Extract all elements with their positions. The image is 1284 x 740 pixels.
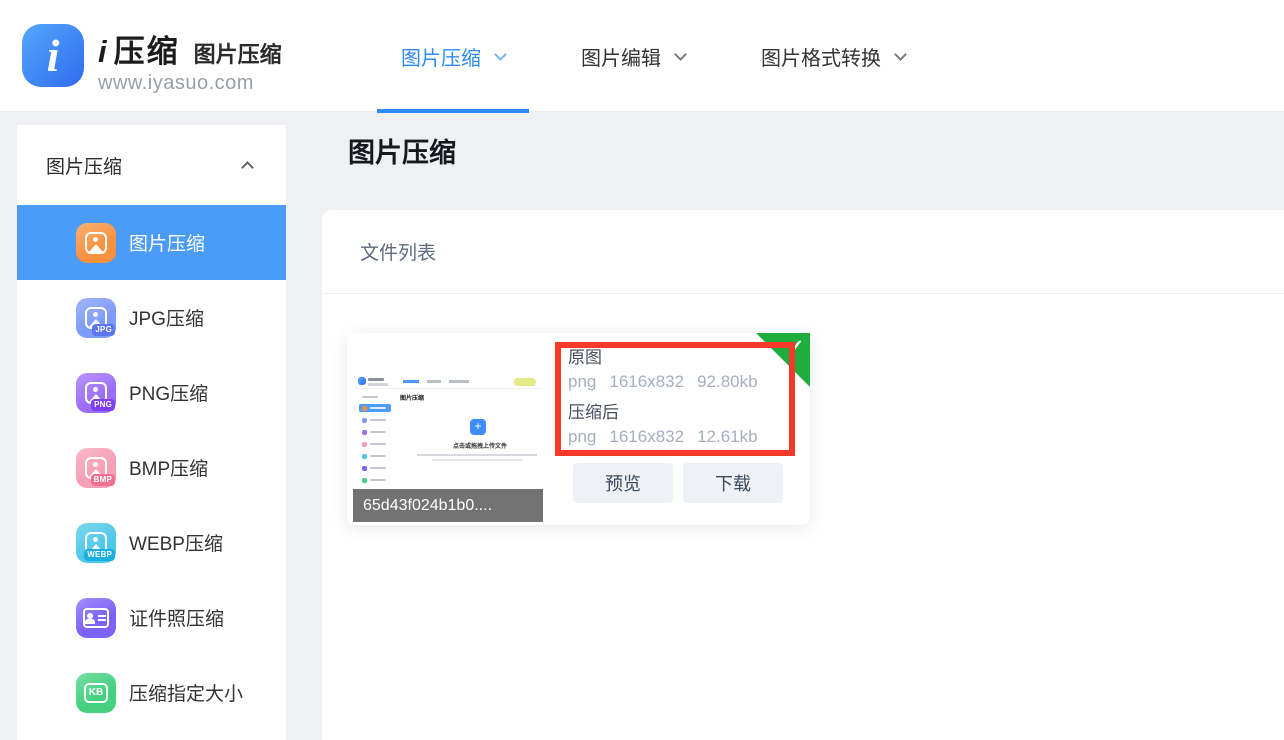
sidebar-group-label: 图片压缩: [46, 152, 122, 179]
original-dimensions: 1616x832: [609, 372, 684, 391]
original-label: 原图: [568, 348, 758, 368]
compressed-dimensions: 1616x832: [609, 427, 684, 446]
thumbnail-mini-screenshot: 图片压缩 + 点击或拖拽上传文件: [355, 374, 541, 486]
check-icon: ✓: [788, 336, 804, 359]
brand-name-prefix: i: [98, 34, 107, 70]
sidebar-item-image-compress[interactable]: 图片压缩: [17, 205, 286, 280]
id-photo-icon: [76, 598, 116, 638]
main-nav: 图片压缩 图片编辑 图片格式转换: [377, 0, 957, 112]
file-card: ✓ 图片压缩: [347, 333, 810, 525]
brand-logo-icon: i: [22, 24, 84, 87]
mini-upload-plus-icon: +: [470, 419, 486, 435]
nav-tab-image-edit[interactable]: 图片编辑: [557, 0, 709, 112]
nav-tab-image-compress[interactable]: 图片压缩: [377, 0, 529, 112]
nav-tab-label: 图片格式转换: [761, 42, 881, 71]
sidebar-item-compress-to-size[interactable]: KB 压缩指定大小: [17, 655, 286, 730]
sidebar-item-label: PNG压缩: [129, 379, 208, 406]
mini-logo: [358, 377, 366, 385]
panel-header: 文件列表: [322, 210, 1284, 294]
file-list-panel: 文件列表 ✓: [322, 210, 1284, 740]
kb-size-icon: KB: [76, 673, 116, 713]
sidebar-item-webp-compress[interactable]: WEBP WEBP压缩: [17, 505, 286, 580]
sidebar-item-id-photo-compress[interactable]: 证件照压缩: [17, 580, 286, 655]
original-size: 92.80kb: [697, 372, 758, 391]
sidebar-item-label: JPG压缩: [129, 304, 204, 331]
png-compress-icon: PNG: [76, 373, 116, 413]
image-compress-icon: [76, 223, 116, 263]
chevron-up-icon: [241, 161, 254, 174]
sidebar-item-label: 图片压缩: [129, 229, 205, 256]
nav-tab-label: 图片编辑: [581, 42, 661, 71]
sidebar-group-header[interactable]: 图片压缩: [17, 125, 286, 205]
mini-upload-text: 点击或拖拽上传文件: [425, 441, 535, 450]
panel-title: 文件列表: [360, 238, 436, 265]
sidebar-item-jpg-compress[interactable]: JPG JPG压缩: [17, 280, 286, 355]
webp-compress-icon: WEBP: [76, 523, 116, 563]
chevron-down-icon: [894, 48, 907, 61]
brand-text: i 压缩 图片压缩 www.iyasuo.com: [98, 24, 282, 95]
file-name-label: 65d43f024b1b0....: [353, 489, 543, 522]
sidebar-item-label: BMP压缩: [129, 454, 208, 481]
sidebar-item-label: 压缩指定大小: [129, 679, 243, 706]
compressed-label: 压缩后: [568, 403, 758, 423]
brand[interactable]: i i 压缩 图片压缩 www.iyasuo.com: [22, 24, 282, 95]
active-tab-underline: [377, 109, 529, 113]
mini-sidebar: [355, 389, 395, 486]
sidebar-item-label: 证件照压缩: [129, 604, 224, 631]
file-thumbnail[interactable]: 图片压缩 + 点击或拖拽上传文件 65d43f024b1b0....: [353, 369, 543, 522]
top-header: i i 压缩 图片压缩 www.iyasuo.com 图片压缩 图片编辑 图片格…: [0, 0, 1284, 112]
chevron-down-icon: [674, 48, 687, 61]
original-format: png: [568, 372, 596, 391]
compressed-format: png: [568, 427, 596, 446]
mini-login-button: [514, 378, 536, 386]
file-info: 原图 png 1616x832 92.80kb 压缩后 png 1616x832 12.…: [568, 348, 758, 458]
brand-subtitle: 图片压缩: [194, 37, 282, 69]
bmp-badge: BMP: [91, 474, 115, 486]
png-badge: PNG: [91, 399, 115, 411]
nav-tab-label: 图片压缩: [401, 42, 481, 71]
webp-badge: WEBP: [84, 549, 115, 561]
jpg-badge: JPG: [92, 324, 115, 336]
nav-tab-format-convert[interactable]: 图片格式转换: [737, 0, 929, 112]
page-title: 图片压缩: [348, 131, 456, 170]
bmp-compress-icon: BMP: [76, 448, 116, 488]
mini-page-title: 图片压缩: [400, 393, 424, 402]
sidebar: 图片压缩 图片压缩 JPG JPG压缩 PNG PNG压缩 BMP BMP压缩: [17, 125, 286, 740]
original-meta: png 1616x832 92.80kb: [568, 372, 758, 392]
preview-button[interactable]: 预览: [573, 463, 673, 503]
sidebar-item-label: WEBP压缩: [129, 529, 223, 556]
download-button[interactable]: 下载: [683, 463, 783, 503]
brand-name: 压缩: [114, 26, 180, 71]
jpg-compress-icon: JPG: [76, 298, 116, 338]
sidebar-item-bmp-compress[interactable]: BMP BMP压缩: [17, 430, 286, 505]
chevron-down-icon: [494, 48, 507, 61]
sidebar-item-png-compress[interactable]: PNG PNG压缩: [17, 355, 286, 430]
compressed-size: 12.61kb: [697, 427, 758, 446]
compressed-meta: png 1616x832 12.61kb: [568, 427, 758, 447]
brand-domain: www.iyasuo.com: [98, 72, 282, 95]
